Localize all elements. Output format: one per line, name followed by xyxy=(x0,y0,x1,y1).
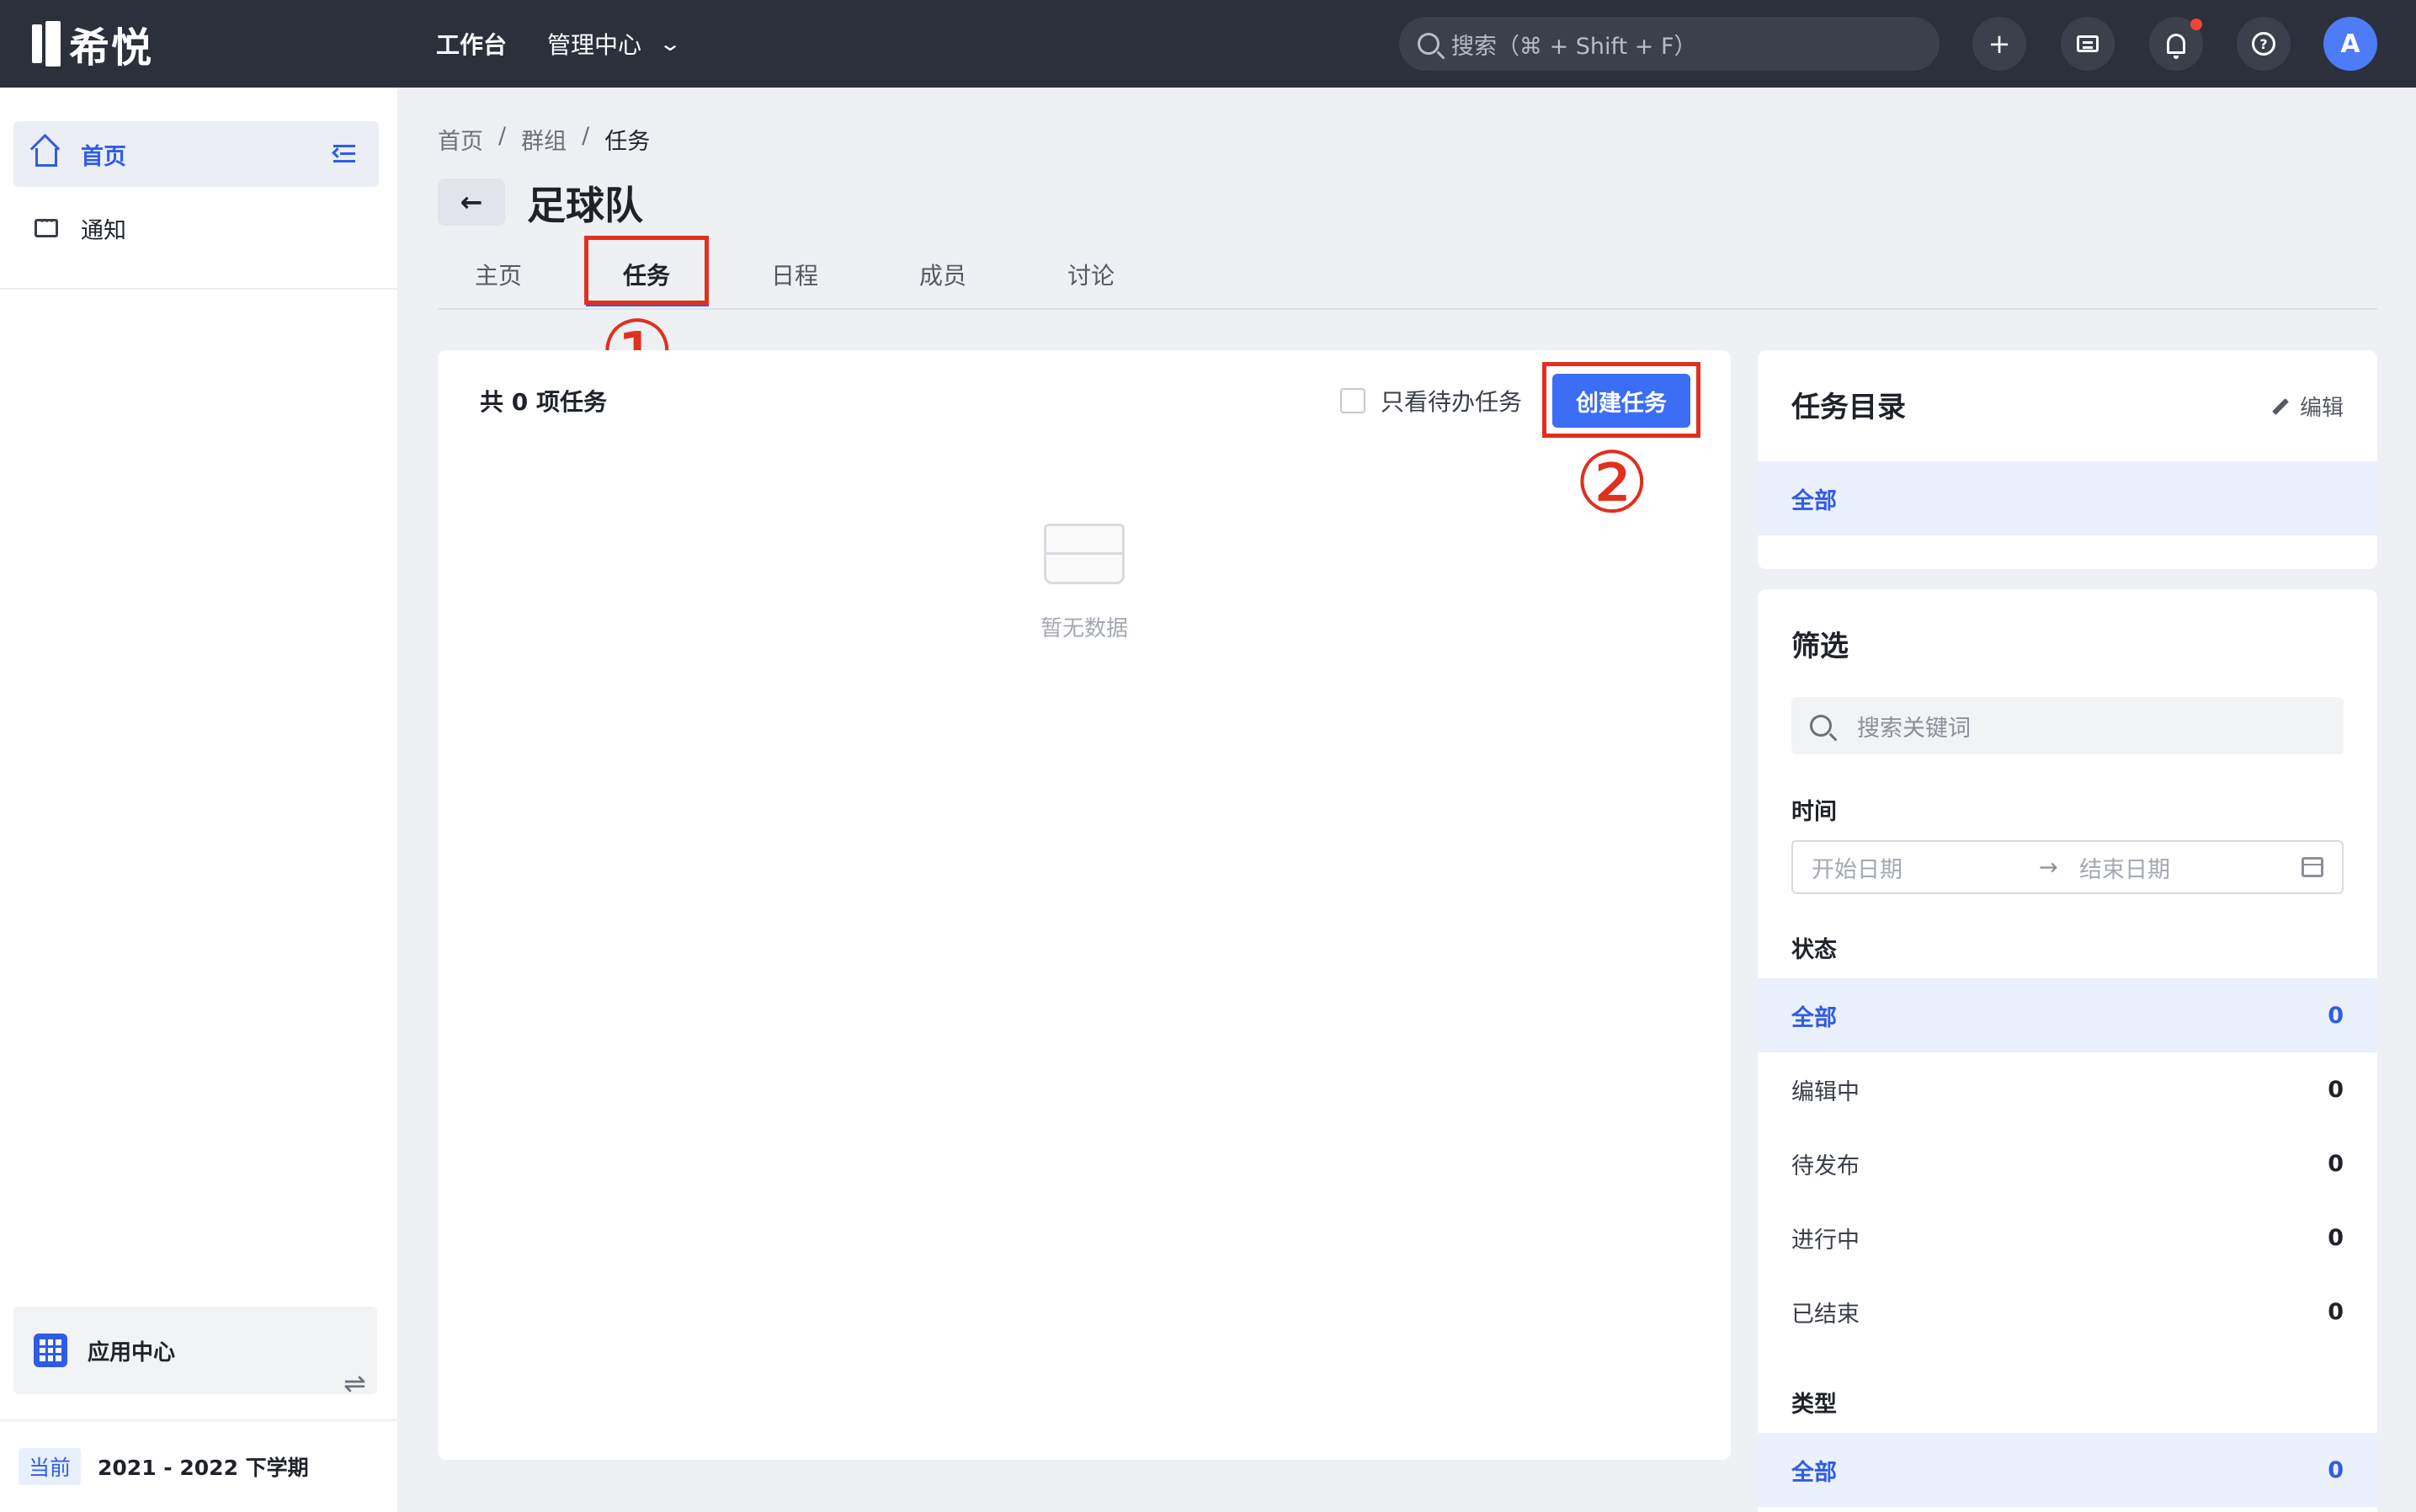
tab-home[interactable]: 主页 xyxy=(475,258,522,291)
plus-icon: + xyxy=(1988,28,2011,60)
filter-panel: 筛选 搜索关键词 时间 开始日期 → 结束日期 状态 全部 0 编辑中 0 待发… xyxy=(1758,589,2377,1512)
only-todo-label: 只看待办任务 xyxy=(1381,388,1523,416)
help-icon: ? xyxy=(2252,32,2275,56)
keyword-search-placeholder: 搜索关键词 xyxy=(1857,715,1971,742)
type-filter-label: 全部 xyxy=(1791,1459,1837,1486)
home-icon xyxy=(34,141,59,167)
app-center-label: 应用中心 xyxy=(88,1339,176,1366)
chat-bubble-icon xyxy=(34,213,59,241)
nav-admin-center[interactable]: 管理中心 ⌄ xyxy=(547,0,683,88)
annotation-number-2: ② xyxy=(1574,434,1650,532)
end-date-placeholder[interactable]: 结束日期 xyxy=(2079,851,2170,884)
status-filter-count: 0 xyxy=(2328,1076,2344,1103)
pencil-icon xyxy=(2272,397,2289,415)
current-term-badge: 当前 xyxy=(19,1448,82,1485)
breadcrumb-separator: / xyxy=(498,123,507,149)
search-icon xyxy=(1810,715,1832,737)
annotation-box-1 xyxy=(584,236,709,305)
tab-members[interactable]: 成员 xyxy=(919,258,966,291)
status-filter-label: 待发布 xyxy=(1791,1153,1860,1179)
date-range-picker[interactable]: 开始日期 → 结束日期 xyxy=(1791,840,2344,894)
app-grid-icon xyxy=(34,1334,67,1367)
logo-mark-icon xyxy=(32,21,61,67)
sidebar-divider xyxy=(0,288,397,290)
term-selector: 当前 2021 - 2022 下学期 xyxy=(19,1448,309,1485)
nav-workbench[interactable]: 工作台 xyxy=(436,0,507,88)
sidebar-item-notifications[interactable]: 通知 xyxy=(13,195,379,261)
sidebar-item-label: 首页 xyxy=(81,143,126,170)
directory-item-all[interactable]: 全部 xyxy=(1758,461,2377,535)
app-logo[interactable]: 希悦 xyxy=(32,19,153,72)
back-button[interactable]: ← xyxy=(438,178,505,226)
breadcrumb-home[interactable]: 首页 xyxy=(438,123,483,156)
user-avatar[interactable]: A xyxy=(2323,17,2377,71)
start-date-placeholder[interactable]: 开始日期 xyxy=(1812,851,1902,884)
calendar-icon xyxy=(2302,857,2323,877)
sidebar-item-label: 通知 xyxy=(81,217,126,244)
breadcrumb-separator: / xyxy=(582,123,590,149)
bell-icon xyxy=(2167,34,2185,59)
top-navigation-bar: 希悦 工作台 管理中心 ⌄ 搜索（⌘ + Shift + F） + ? A xyxy=(0,0,2416,88)
group-tabs: 主页 任务 日程 成员 讨论 xyxy=(438,249,2377,310)
task-directory-panel: 任务目录 编辑 全部 xyxy=(1758,350,2377,569)
app-center-button[interactable]: 应用中心 xyxy=(13,1307,377,1394)
task-list-panel: 共 0 项任务 只看待办任务 创建任务 暂无数据 xyxy=(438,350,1731,1460)
keyword-search-input[interactable]: 搜索关键词 xyxy=(1791,697,2344,754)
create-new-button[interactable]: + xyxy=(1972,17,2026,71)
tab-schedule[interactable]: 日程 xyxy=(771,258,818,291)
messages-button[interactable] xyxy=(2061,17,2115,71)
global-search-placeholder: 搜索（⌘ + Shift + F） xyxy=(1451,33,1697,60)
status-filter-count: 0 xyxy=(2328,1298,2344,1325)
status-filter-pending[interactable]: 待发布 0 xyxy=(1758,1126,2377,1201)
only-todo-checkbox[interactable]: 只看待办任务 xyxy=(1340,384,1522,418)
checkbox-icon[interactable] xyxy=(1340,388,1365,413)
status-filter-in-progress[interactable]: 进行中 0 xyxy=(1758,1201,2377,1275)
time-section-label: 时间 xyxy=(1791,799,1837,825)
logo-text: 希悦 xyxy=(69,24,154,72)
search-icon xyxy=(1418,33,1439,55)
sidebar: 首页 通知 应用中心 当前 2021 - 2022 下学期 xyxy=(0,88,397,1512)
sidebar-divider xyxy=(0,1419,397,1421)
arrow-left-icon: ← xyxy=(460,186,483,218)
status-filter-count: 0 xyxy=(2328,1224,2344,1251)
type-section-label: 类型 xyxy=(1791,1392,1837,1418)
status-filter-count: 0 xyxy=(2328,1002,2344,1029)
breadcrumb: 首页 / 群组 / 任务 xyxy=(438,123,650,156)
type-filter-count: 0 xyxy=(2328,1456,2344,1483)
annotation-box-2 xyxy=(1542,362,1700,438)
status-filter-label: 全部 xyxy=(1791,1004,1837,1031)
collapse-sidebar-icon[interactable] xyxy=(332,145,355,163)
message-icon xyxy=(2077,35,2099,52)
edit-directory-button[interactable]: 编辑 xyxy=(2271,391,2344,422)
status-filter-label: 进行中 xyxy=(1791,1227,1860,1254)
chevron-down-icon: ⌄ xyxy=(657,32,683,56)
status-filter-label: 已结束 xyxy=(1791,1301,1860,1328)
tab-discussion[interactable]: 讨论 xyxy=(1067,258,1115,291)
page-title: 足球队 xyxy=(527,183,643,228)
empty-inbox-icon xyxy=(1032,524,1138,591)
breadcrumb-current: 任务 xyxy=(604,129,651,155)
status-filter-label: 编辑中 xyxy=(1791,1078,1860,1105)
notification-badge-dot xyxy=(2190,19,2202,30)
status-filter-count: 0 xyxy=(2328,1150,2344,1177)
global-search-input[interactable]: 搜索（⌘ + Shift + F） xyxy=(1399,17,1940,71)
type-filter-all[interactable]: 全部 0 xyxy=(1758,1433,2377,1507)
help-button[interactable]: ? xyxy=(2237,17,2291,71)
status-filter-editing[interactable]: 编辑中 0 xyxy=(1758,1052,2377,1126)
breadcrumb-groups[interactable]: 群组 xyxy=(521,123,567,156)
task-count: 共 0 项任务 xyxy=(480,388,607,416)
status-section-label: 状态 xyxy=(1791,937,1837,963)
empty-state-text: 暂无数据 xyxy=(1040,616,1128,642)
sidebar-item-home[interactable]: 首页 xyxy=(13,121,379,187)
status-filter-ended[interactable]: 已结束 0 xyxy=(1758,1275,2377,1349)
directory-title: 任务目录 xyxy=(1791,391,1906,424)
filter-title: 筛选 xyxy=(1791,630,1849,663)
nav-admin-center-label: 管理中心 xyxy=(547,31,642,59)
edit-label: 编辑 xyxy=(2299,396,2344,421)
switch-term-icon[interactable]: ⇌ xyxy=(343,1367,366,1399)
status-filter-all[interactable]: 全部 0 xyxy=(1758,978,2377,1052)
current-term-text: 2021 - 2022 下学期 xyxy=(98,1456,309,1480)
arrow-right-icon: → xyxy=(2039,854,2058,881)
